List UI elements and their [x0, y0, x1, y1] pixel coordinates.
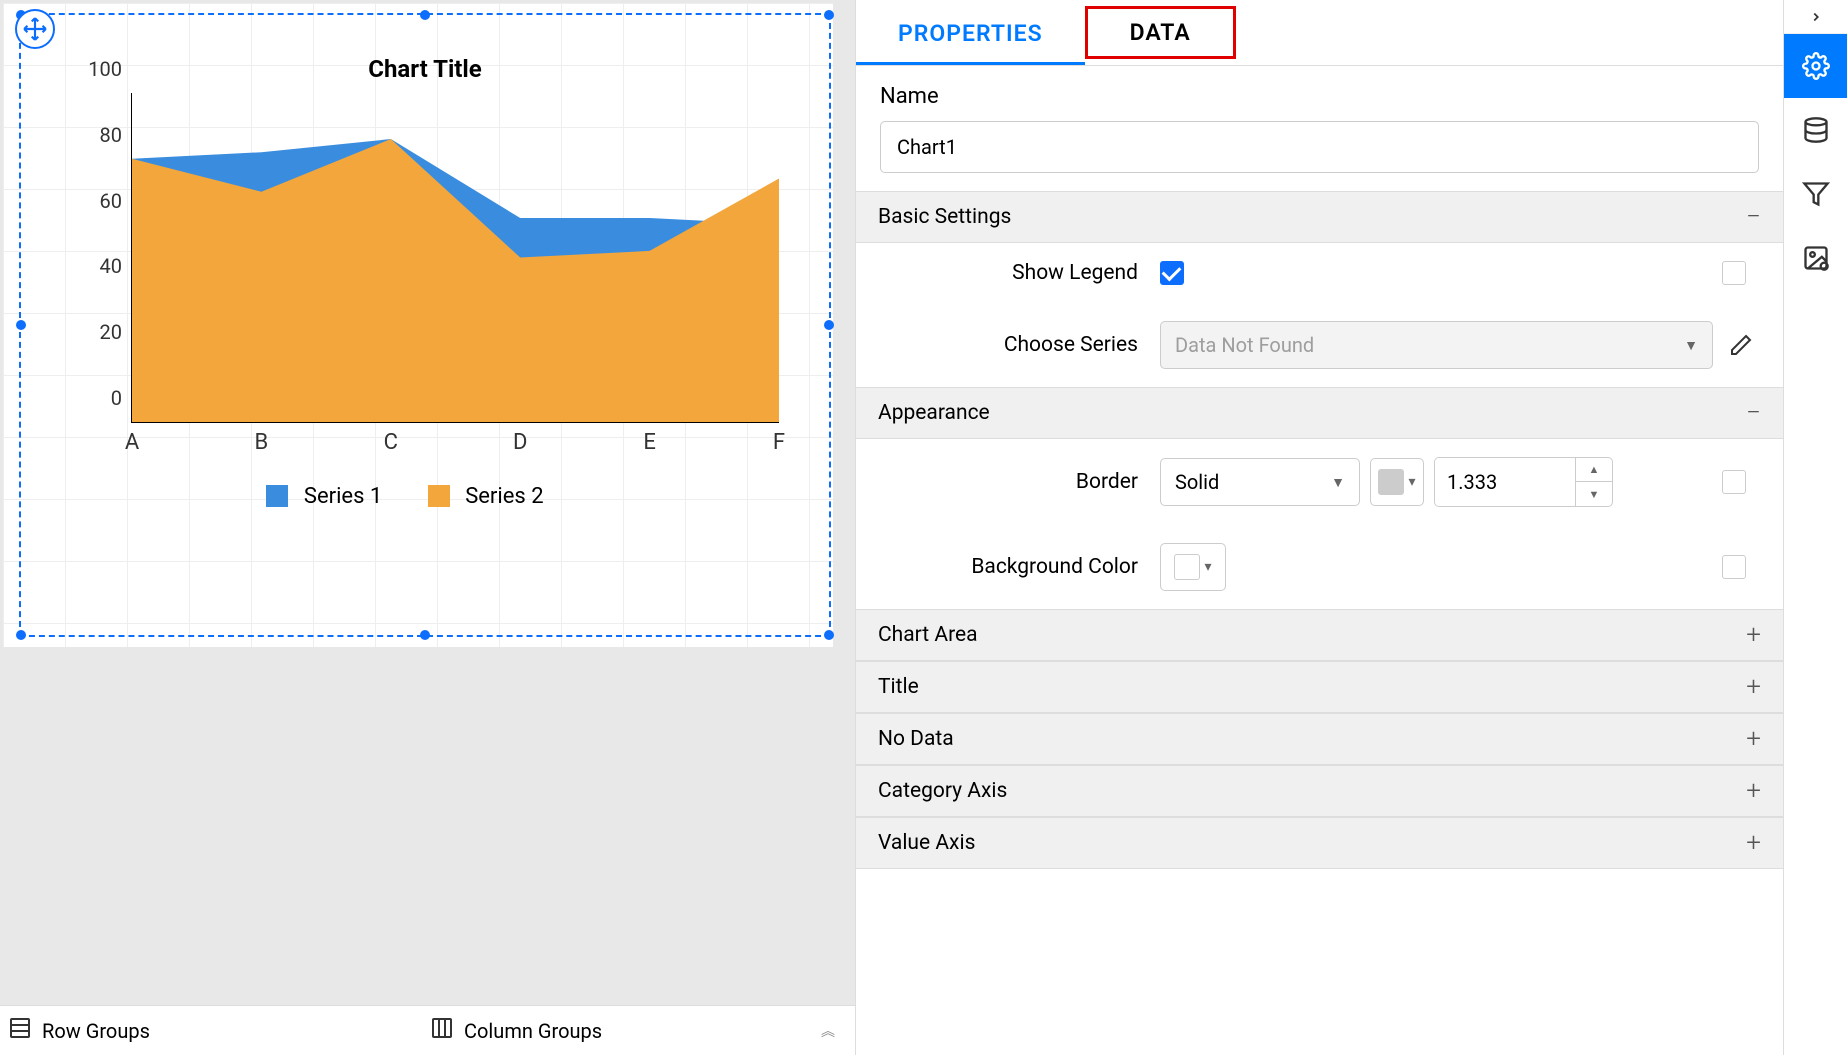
- border-width-input[interactable]: [1435, 458, 1575, 506]
- x-tick: B: [255, 430, 269, 455]
- bg-color-picker[interactable]: ▾: [1160, 543, 1226, 591]
- color-swatch: [1378, 469, 1404, 495]
- advanced-toggle-checkbox[interactable]: [1722, 555, 1746, 579]
- chart-title: Chart Title: [71, 55, 779, 83]
- expand-icon: +: [1746, 672, 1761, 702]
- choose-series-select[interactable]: Data Not Found ▼: [1160, 321, 1713, 369]
- row-groups-icon: [8, 1016, 32, 1045]
- expand-icon: +: [1746, 724, 1761, 754]
- show-legend-checkbox[interactable]: [1160, 261, 1184, 285]
- legend-label: Series 1: [304, 484, 382, 509]
- x-tick: F: [773, 430, 785, 455]
- groups-bar: Row Groups Column Groups ︽: [0, 1005, 855, 1055]
- section-title: Value Axis: [878, 831, 975, 855]
- section-appearance[interactable]: Appearance −: [856, 387, 1783, 439]
- section-title: Basic Settings: [878, 205, 1011, 229]
- y-tick: 100: [82, 57, 122, 81]
- edit-series-button[interactable]: [1723, 327, 1759, 363]
- section-category-axis[interactable]: Category Axis +: [856, 765, 1783, 817]
- filter-rail-button[interactable]: [1784, 162, 1847, 226]
- x-tick: D: [513, 430, 527, 455]
- chevron-down-icon: ▾: [1204, 559, 1211, 575]
- resize-handle[interactable]: [16, 320, 26, 330]
- y-tick: 40: [82, 254, 122, 278]
- y-tick: 20: [82, 320, 122, 344]
- advanced-toggle-checkbox[interactable]: [1722, 470, 1746, 494]
- y-tick: 80: [82, 123, 122, 147]
- section-no-data[interactable]: No Data +: [856, 713, 1783, 765]
- resize-handle[interactable]: [824, 320, 834, 330]
- section-title: Chart Area: [878, 623, 978, 647]
- spinner-up-button[interactable]: ▲: [1576, 458, 1612, 482]
- expand-icon: +: [1746, 620, 1761, 650]
- chevron-down-icon: ▼: [1331, 474, 1345, 491]
- section-title: No Data: [878, 727, 954, 751]
- expand-icon: +: [1746, 828, 1761, 858]
- collapse-panel-button[interactable]: [1784, 0, 1847, 34]
- y-tick: 0: [82, 386, 122, 410]
- chart-selection[interactable]: Chart Title 0 20 40 60 80 100 A B C D: [19, 13, 831, 637]
- legend-label: Series 2: [465, 484, 543, 509]
- x-tick: A: [125, 430, 139, 455]
- bg-color-label: Background Color: [880, 555, 1160, 579]
- y-tick: 60: [82, 189, 122, 213]
- tool-rail: [1783, 0, 1847, 1055]
- chart-plot: 0 20 40 60 80 100 A B C D E F: [131, 93, 779, 423]
- resize-handle[interactable]: [824, 630, 834, 640]
- collapse-icon: −: [1746, 202, 1761, 232]
- section-title-settings[interactable]: Title +: [856, 661, 1783, 713]
- legend-swatch: [428, 485, 450, 507]
- image-rail-button[interactable]: [1784, 226, 1847, 290]
- expand-icon: +: [1746, 776, 1761, 806]
- choose-series-label: Choose Series: [880, 333, 1160, 357]
- section-title: Category Axis: [878, 779, 1007, 803]
- x-tick: E: [643, 430, 656, 455]
- border-width-spinner[interactable]: ▲ ▼: [1434, 457, 1613, 507]
- resize-handle[interactable]: [824, 10, 834, 20]
- chevron-down-icon: ▼: [1684, 337, 1698, 354]
- spinner-down-button[interactable]: ▼: [1576, 482, 1612, 506]
- show-legend-label: Show Legend: [880, 261, 1160, 285]
- section-basic-settings[interactable]: Basic Settings −: [856, 191, 1783, 243]
- column-groups-icon: [430, 1016, 454, 1045]
- tab-properties[interactable]: PROPERTIES: [856, 0, 1085, 65]
- collapse-icon: −: [1746, 398, 1761, 428]
- tab-data[interactable]: DATA: [1085, 6, 1236, 59]
- border-label: Border: [880, 470, 1160, 494]
- x-tick: C: [384, 430, 398, 455]
- advanced-toggle-checkbox[interactable]: [1722, 261, 1746, 285]
- row-groups-label[interactable]: Row Groups: [42, 1019, 150, 1043]
- name-input[interactable]: [880, 121, 1759, 173]
- chart-legend: Series 1 Series 2: [71, 483, 779, 509]
- chevron-down-icon: ▾: [1408, 474, 1415, 490]
- name-label: Name: [880, 84, 1759, 109]
- data-rail-button[interactable]: [1784, 98, 1847, 162]
- legend-swatch: [266, 485, 288, 507]
- border-style-value: Solid: [1175, 470, 1219, 494]
- choose-series-value: Data Not Found: [1175, 333, 1314, 357]
- properties-panel: PROPERTIES DATA Name Basic Settings − Sh…: [855, 0, 1783, 1055]
- section-chart-area[interactable]: Chart Area +: [856, 609, 1783, 661]
- properties-rail-button[interactable]: [1784, 34, 1847, 98]
- column-groups-label[interactable]: Column Groups: [464, 1019, 602, 1043]
- collapse-groups-icon[interactable]: ︽: [821, 1021, 835, 1041]
- move-handle-icon[interactable]: [15, 9, 55, 49]
- design-canvas[interactable]: Chart Title 0 20 40 60 80 100 A B C D: [0, 0, 855, 1055]
- color-swatch: [1174, 554, 1200, 580]
- section-title: Title: [878, 675, 919, 699]
- resize-handle[interactable]: [420, 10, 430, 20]
- border-style-select[interactable]: Solid ▼: [1160, 458, 1360, 506]
- chart-preview: Chart Title 0 20 40 60 80 100 A B C D: [71, 55, 779, 615]
- border-color-picker[interactable]: ▾: [1370, 458, 1424, 506]
- section-value-axis[interactable]: Value Axis +: [856, 817, 1783, 869]
- section-title: Appearance: [878, 401, 990, 425]
- resize-handle[interactable]: [420, 630, 430, 640]
- resize-handle[interactable]: [16, 630, 26, 640]
